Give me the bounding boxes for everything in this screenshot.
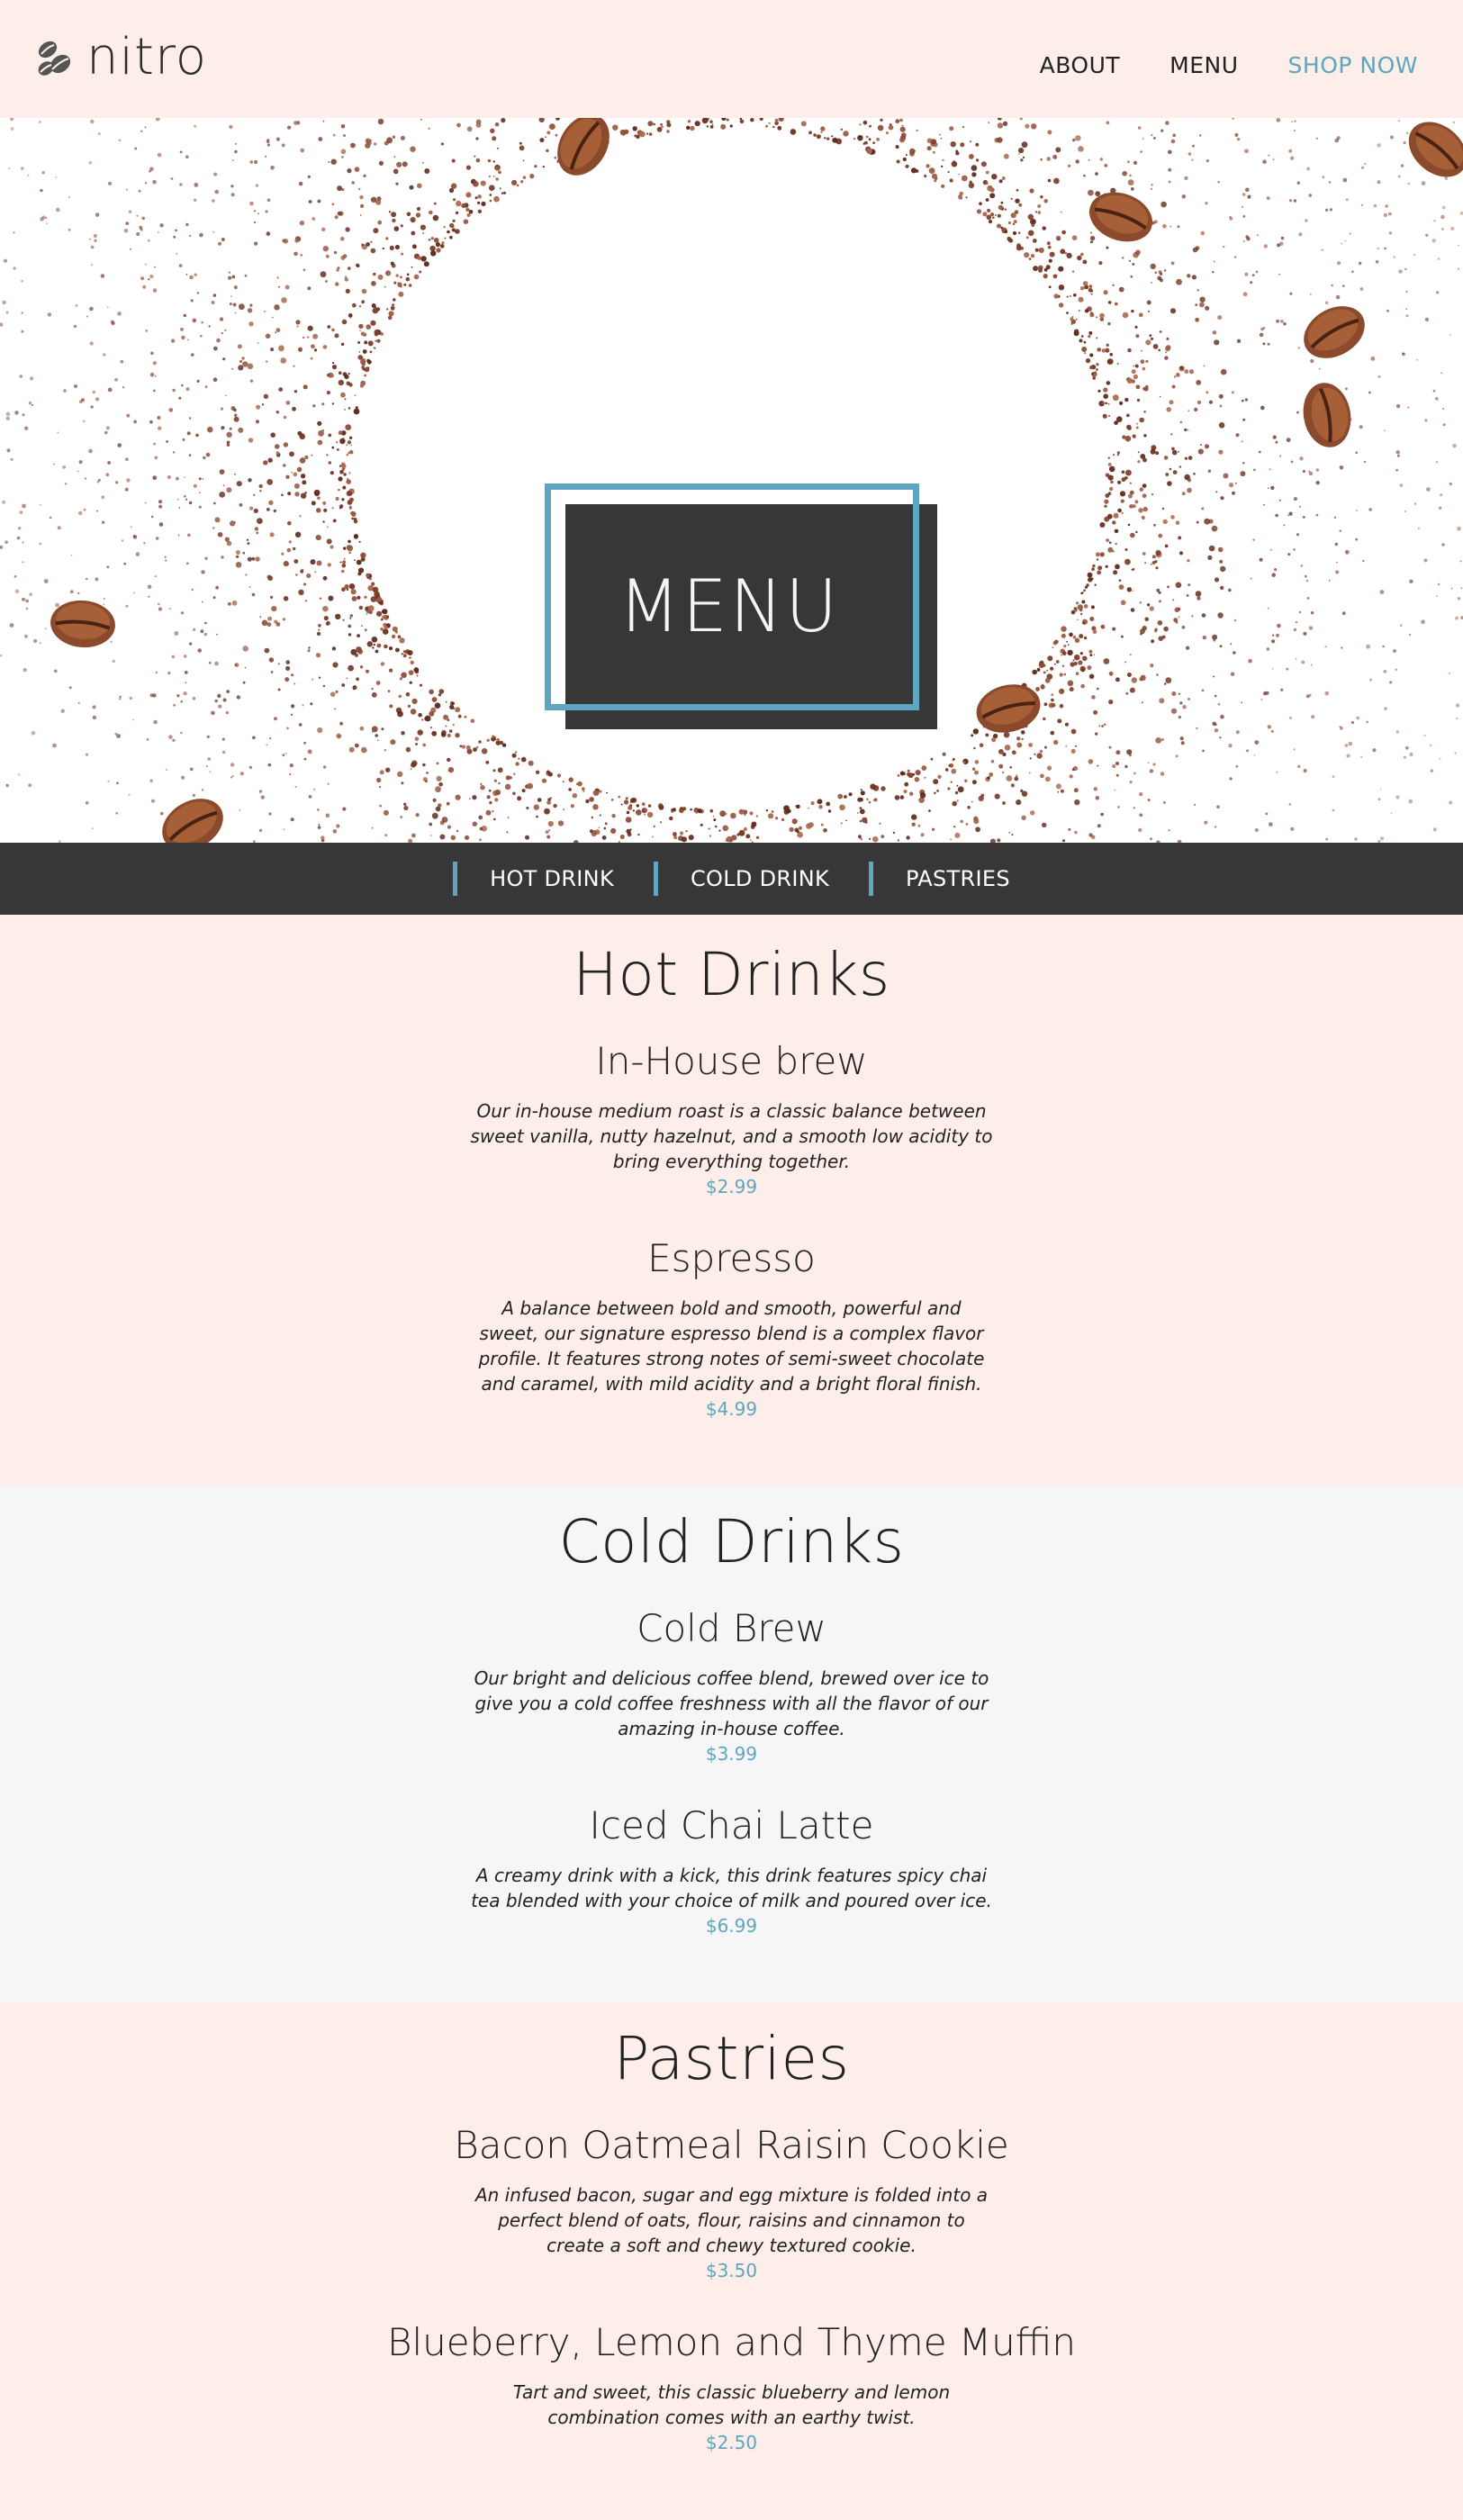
menu-item: In-House brew Our in-house medium roast … xyxy=(0,1043,1463,1199)
category-divider xyxy=(869,862,874,896)
item-price: $2.99 xyxy=(705,1176,758,1197)
menu-item: Iced Chai Latte A creamy drink with a ki… xyxy=(0,1807,1463,1938)
category-bar: HOT DRINK COLD DRINK PASTRIES xyxy=(0,843,1463,915)
coffee-bean-icon xyxy=(557,118,610,176)
coffee-bean-icon xyxy=(162,799,223,843)
section-hot-drinks: Hot Drinks In-House brew Our in-house me… xyxy=(0,915,1463,1486)
category-divider xyxy=(453,862,458,896)
item-price: $6.99 xyxy=(705,1915,758,1937)
coffee-bean-icon xyxy=(976,684,1041,733)
menu-item: Espresso A balance between bold and smoo… xyxy=(0,1240,1463,1422)
logo[interactable]: nitro xyxy=(34,31,207,85)
menu-item: Cold Brew Our bright and delicious coffe… xyxy=(0,1610,1463,1766)
item-description: A creamy drink with a kick, this drink f… xyxy=(471,1865,992,1911)
main-nav: ABOUT MENU SHOP NOW xyxy=(1040,52,1418,78)
coffee-grounds-art xyxy=(0,118,1463,843)
item-description: An infused bacon, sugar and egg mixture … xyxy=(474,2184,989,2256)
site-header: nitro ABOUT MENU SHOP NOW xyxy=(0,0,1463,118)
item-name: Espresso xyxy=(647,1236,816,1280)
nav-about[interactable]: ABOUT xyxy=(1040,52,1121,78)
item-price: $3.99 xyxy=(705,1743,758,1765)
section-cold-drinks: Cold Drinks Cold Brew Our bright and del… xyxy=(0,1486,1463,2002)
category-label: HOT DRINK xyxy=(490,866,614,891)
category-label: PASTRIES xyxy=(906,866,1010,891)
item-name: Iced Chai Latte xyxy=(589,1803,874,1847)
menu-item: Bacon Oatmeal Raisin Cookie An infused b… xyxy=(0,2127,1463,2283)
category-hot-drink[interactable]: HOT DRINK xyxy=(453,862,614,896)
item-description: Our bright and delicious coffee blend, b… xyxy=(474,1667,989,1739)
coffee-bean-icon xyxy=(1303,383,1351,447)
section-title: Hot Drinks xyxy=(573,940,890,1009)
item-description: Tart and sweet, this classic blueberry a… xyxy=(512,2381,951,2428)
brand-name: nitro xyxy=(86,28,208,86)
section-title: Pastries xyxy=(613,2024,850,2093)
section-title: Cold Drinks xyxy=(558,1507,905,1576)
hero-banner: MENU xyxy=(0,118,1463,843)
item-price: $2.50 xyxy=(705,2432,758,2453)
coffee-bean-icon xyxy=(1304,306,1365,358)
nav-shop-now[interactable]: SHOP NOW xyxy=(1288,52,1418,78)
item-name: Bacon Oatmeal Raisin Cookie xyxy=(454,2123,1009,2167)
category-label: COLD DRINK xyxy=(690,866,830,891)
item-price: $3.50 xyxy=(705,2260,758,2281)
item-name: Cold Brew xyxy=(637,1606,826,1650)
item-price: $4.99 xyxy=(705,1398,758,1420)
category-divider xyxy=(653,862,658,896)
category-pastries[interactable]: PASTRIES xyxy=(869,862,1010,896)
coffee-beans-icon xyxy=(38,41,71,76)
item-description: Our in-house medium roast is a classic b… xyxy=(470,1100,993,1172)
nav-menu[interactable]: MENU xyxy=(1169,52,1238,78)
item-name: Blueberry, Lemon and Thyme Muffin xyxy=(387,2320,1076,2364)
category-cold-drink[interactable]: COLD DRINK xyxy=(653,862,830,896)
coffee-bean-icon xyxy=(1408,122,1463,177)
section-pastries: Pastries Bacon Oatmeal Raisin Cookie An … xyxy=(0,2002,1463,2520)
menu-item: Blueberry, Lemon and Thyme Muffin Tart a… xyxy=(0,2324,1463,2455)
menu-title-box: MENU xyxy=(565,504,937,729)
item-name: In-House brew xyxy=(595,1039,868,1083)
item-description: A balance between bold and smooth, power… xyxy=(478,1297,985,1395)
hero-title: MENU xyxy=(618,565,840,648)
